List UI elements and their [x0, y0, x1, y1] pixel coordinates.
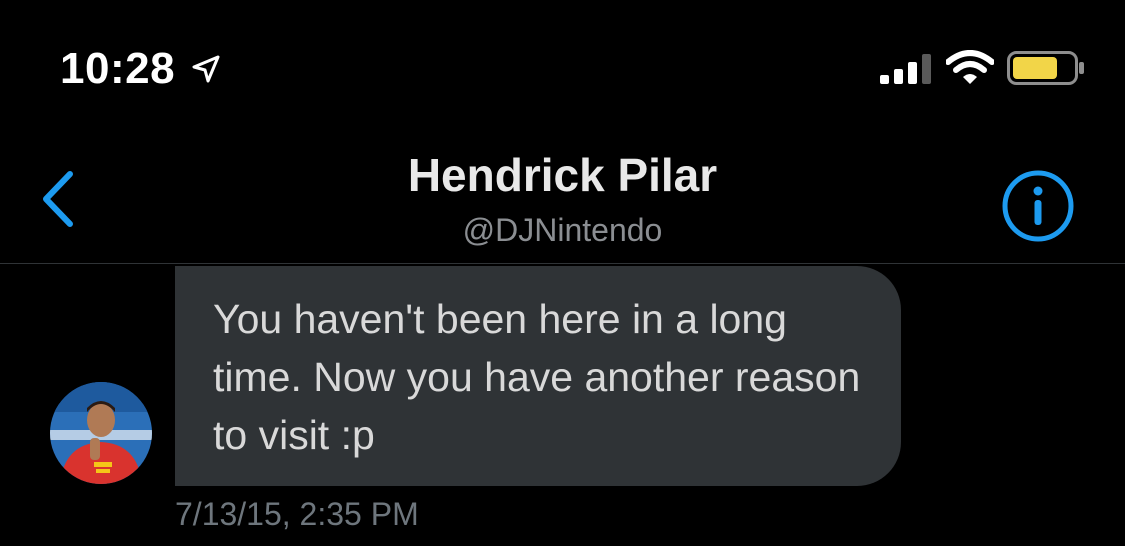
message-bubble[interactable]: You haven't been here in a long time. No…	[175, 266, 901, 486]
message-timestamp: 7/13/15, 2:35 PM	[175, 496, 419, 532]
info-icon[interactable]	[1001, 169, 1075, 243]
cellular-signal-icon	[880, 54, 931, 84]
contact-name[interactable]: Hendrick Pilar	[0, 148, 1125, 202]
message-text: You haven't been here in a long time. No…	[213, 296, 861, 458]
wifi-icon	[946, 50, 994, 84]
battery-icon	[1007, 51, 1084, 85]
contact-handle[interactable]: @DJNintendo	[0, 212, 1125, 249]
status-time: 10:28	[60, 44, 176, 93]
status-bar: 10:28	[0, 0, 1125, 130]
location-arrow-icon	[192, 55, 220, 83]
header-divider	[0, 263, 1125, 264]
avatar[interactable]	[50, 382, 152, 484]
conversation-header: Hendrick Pilar @DJNintendo	[0, 130, 1125, 264]
